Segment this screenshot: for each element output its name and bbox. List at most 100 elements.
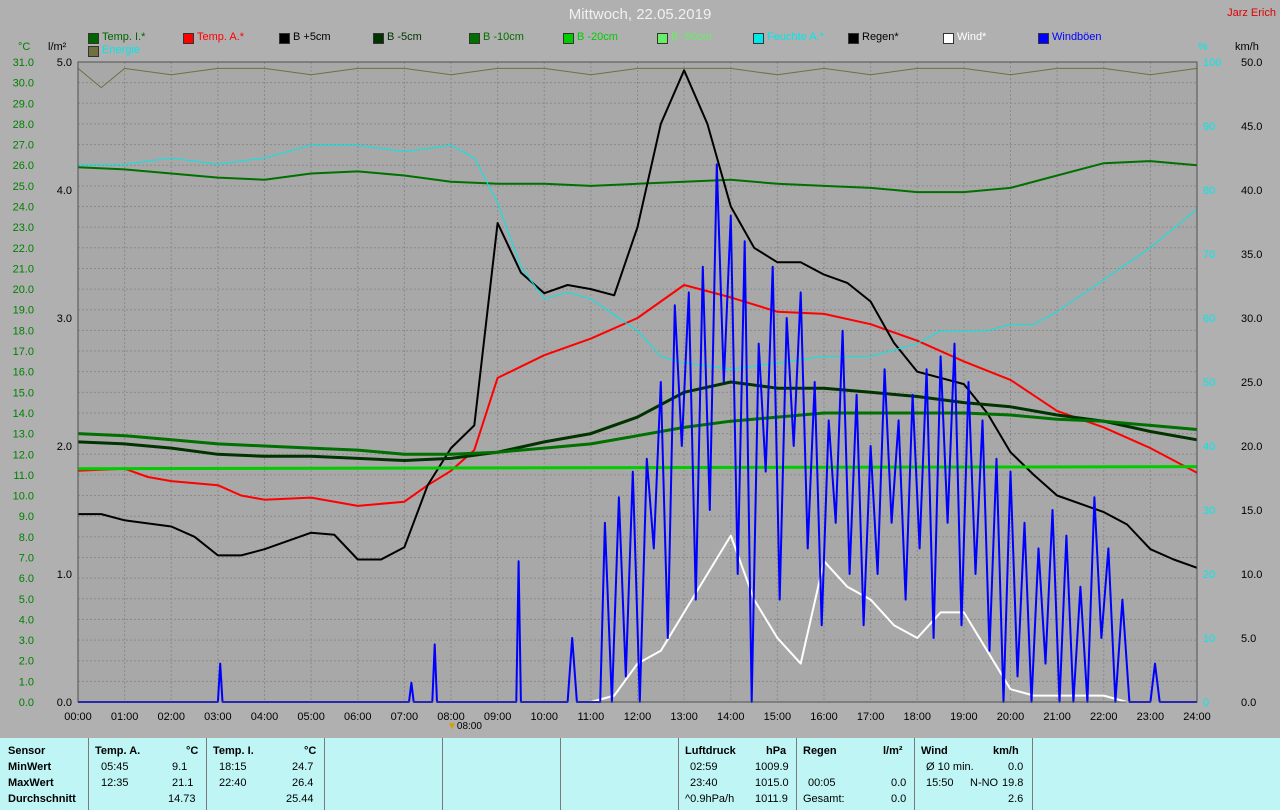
rain-tick-label: 2.0	[57, 441, 72, 453]
temp-tick-label: 31.0	[13, 57, 34, 69]
wind-avg: 0.0	[1008, 761, 1024, 773]
regen-value: 0.0	[891, 777, 907, 789]
temp-tick-label: 17.0	[13, 346, 34, 358]
x-tick-label: 24:00	[1183, 711, 1211, 723]
legend-label-regen: Regen*	[862, 31, 899, 43]
legend-label-b-10cm: B -10cm	[483, 31, 524, 43]
x-tick-label: 03:00	[204, 711, 232, 723]
temp-tick-label: 1.0	[19, 676, 34, 688]
x-tick-label: 06:00	[344, 711, 372, 723]
temp-a-max: 21.1	[172, 777, 194, 789]
x-tick-label: 20:00	[997, 711, 1025, 723]
x-tick-label: 14:00	[717, 711, 745, 723]
regen-total-label: Gesamt:	[803, 793, 845, 805]
marker-arrow-icon: ▼	[447, 721, 457, 732]
stats-header-temp-i: Temp. I.	[213, 745, 254, 757]
temp-i-max-time: 22:40	[219, 777, 247, 789]
stats-row-max: MaxWert	[8, 777, 54, 789]
pct-tick-label: 40	[1203, 441, 1215, 453]
stats-header-sensor: Sensor	[8, 745, 46, 757]
temp-i-min-time: 18:15	[219, 761, 247, 773]
series-line-b-20cm	[77, 465, 1198, 471]
luftdruck-min: 1009.9	[755, 761, 789, 773]
temp-a-avg: 14.73	[168, 793, 196, 805]
x-tick-label: 04:00	[251, 711, 279, 723]
stats-row-avg: Durchschnitt	[8, 793, 76, 805]
stats-header-temp-a: Temp. A.	[95, 745, 141, 757]
x-tick-label: 19:00	[950, 711, 978, 723]
pct-tick-label: 60	[1203, 313, 1215, 325]
weather-chart: 00:00 01:00 02:00 03:00 04:00 05:00 06:00 07:00…	[13, 57, 1263, 723]
temp-tick-label: 12.0	[13, 449, 34, 461]
temp-i-max: 26.4	[292, 777, 314, 789]
legend-label-b-20cm: B -20cm	[577, 31, 618, 43]
legend-swatch-regen	[848, 33, 859, 44]
temp-tick-label: 25.0	[13, 181, 34, 193]
wind-avg-label: Ø 10 min.	[926, 761, 974, 773]
temp-tick-label: 14.0	[13, 408, 34, 420]
legend-label-b-5cm: B -5cm	[387, 31, 422, 43]
stats-row-min: MinWert	[8, 761, 52, 773]
x-tick-label: 23:00	[1137, 711, 1165, 723]
x-tick-label: 10:00	[530, 711, 558, 723]
wind-max-dir: N-NO	[970, 777, 999, 789]
stats-header-regen-unit: l/m²	[883, 745, 903, 757]
marker-label: 08:00	[456, 721, 482, 732]
unit-left-rain: l/m²	[48, 41, 67, 53]
temp-tick-label: 20.0	[13, 284, 34, 296]
legend-label-temp-i: Temp. I.*	[102, 31, 146, 43]
legend-label-b-5cm: B +5cm	[293, 31, 331, 43]
x-tick-label: 22:00	[1090, 711, 1118, 723]
x-tick-label: 12:00	[624, 711, 652, 723]
temp-tick-label: 28.0	[13, 119, 34, 131]
stats-header-hpa: hPa	[766, 745, 787, 757]
temp-tick-label: 15.0	[13, 387, 34, 399]
pct-tick-label: 70	[1203, 249, 1215, 261]
stats-header-regen: Regen	[803, 745, 837, 757]
legend-swatch-b-50cm	[657, 33, 668, 44]
temp-tick-label: 4.0	[19, 614, 34, 626]
rain-tick-label: 4.0	[57, 185, 72, 197]
temp-tick-label: 30.0	[13, 78, 34, 90]
temp-tick-label: 8.0	[19, 532, 34, 544]
temp-tick-label: 26.0	[13, 160, 34, 172]
luftdruck-trend: ^0.9hPa/h	[685, 793, 735, 805]
temp-tick-label: 11.0	[13, 470, 34, 482]
temp-i-avg: 25.44	[286, 793, 314, 805]
temp-tick-label: 22.0	[13, 243, 34, 255]
x-tick-label: 18:00	[903, 711, 931, 723]
wind-tick-label: 25.0	[1241, 377, 1262, 389]
legend-swatch-windb-en	[1038, 33, 1049, 44]
regen-time: 00:05	[808, 777, 836, 789]
legend-swatch-energie	[88, 46, 99, 57]
x-tick-label: 21:00	[1043, 711, 1071, 723]
luftdruck-max: 1015.0	[755, 777, 789, 789]
wind-tick-label: 45.0	[1241, 121, 1262, 133]
x-tick-label: 15:00	[764, 711, 792, 723]
temp-tick-label: 23.0	[13, 222, 34, 234]
legend-swatch-temp-i	[88, 33, 99, 44]
x-tick-label: 13:00	[670, 711, 698, 723]
unit-right-wind: km/h	[1235, 41, 1259, 53]
luftdruck-avg: 1011.9	[755, 793, 788, 805]
wind-tick-label: 35.0	[1241, 249, 1262, 261]
legend-label-b-50cm: B -50cm	[671, 31, 712, 43]
pct-tick-label: 0	[1203, 697, 1209, 709]
x-tick-label: 07:00	[391, 711, 419, 723]
x-tick-label: 02:00	[157, 711, 185, 723]
rain-tick-label: 0.0	[57, 697, 72, 709]
wind-tick-label: 0.0	[1241, 697, 1256, 709]
wind-max-time: 15:50	[926, 777, 954, 789]
temp-tick-label: 16.0	[13, 367, 34, 379]
stats-header-luftdruck: Luftdruck	[685, 745, 736, 757]
x-tick-label: 05:00	[297, 711, 325, 723]
x-tick-label: 00:00	[64, 711, 92, 723]
temp-tick-label: 21.0	[13, 263, 34, 275]
x-tick-label: 17:00	[857, 711, 885, 723]
temp-tick-label: 2.0	[19, 656, 34, 668]
pct-tick-label: 50	[1203, 377, 1215, 389]
luftdruck-max-time: 23:40	[690, 777, 718, 789]
legend-label-windb-en: Windböen	[1052, 31, 1102, 43]
rain-tick-label: 1.0	[57, 569, 72, 581]
pct-tick-label: 90	[1203, 121, 1215, 133]
